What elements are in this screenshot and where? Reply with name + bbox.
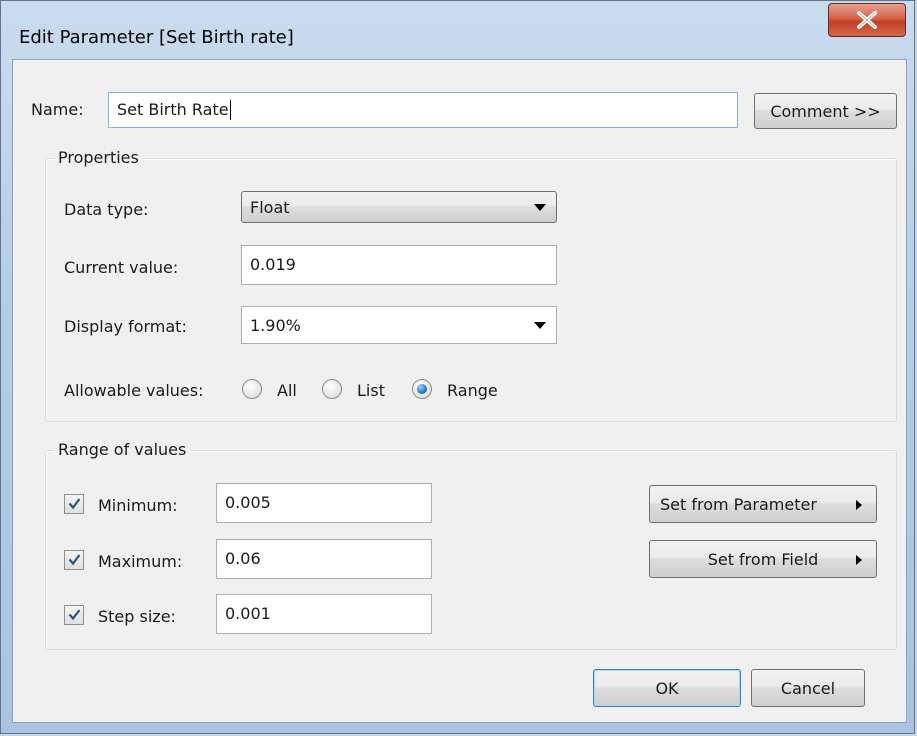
minimum-label: Minimum: (98, 496, 178, 515)
current-value-text: 0.019 (250, 255, 296, 274)
radio-range[interactable] (412, 379, 432, 399)
step-size-value: 0.001 (225, 604, 271, 623)
radio-list-label[interactable]: List (357, 381, 385, 400)
set-from-parameter-label: Set from Parameter (660, 494, 817, 514)
data-type-label: Data type: (64, 200, 149, 219)
ok-button-label: OK (655, 678, 679, 698)
radio-list[interactable] (322, 379, 342, 399)
checkmark-icon (68, 609, 81, 621)
chevron-down-icon (534, 322, 546, 329)
step-size-checkbox[interactable] (64, 605, 84, 625)
close-button[interactable] (828, 3, 906, 37)
title-bar[interactable]: Edit Parameter [Set Birth rate] (1, 1, 914, 59)
triangle-right-icon (856, 555, 862, 565)
maximum-checkbox[interactable] (64, 550, 84, 570)
comment-button-label: Comment >> (770, 101, 881, 121)
current-value-label: Current value: (64, 258, 179, 277)
cancel-button[interactable]: Cancel (751, 669, 865, 707)
set-from-parameter-button[interactable]: Set from Parameter (649, 485, 877, 523)
radio-all[interactable] (242, 379, 262, 399)
radio-range-label[interactable]: Range (447, 381, 498, 400)
set-from-field-button[interactable]: Set from Field (649, 540, 877, 578)
ok-button[interactable]: OK (593, 669, 741, 707)
close-icon (857, 11, 877, 29)
checkmark-icon (68, 554, 81, 566)
set-from-field-label: Set from Field (707, 549, 819, 569)
maximum-value: 0.06 (225, 549, 261, 568)
dialog-body: Name: Set Birth Rate Comment >> Properti… (12, 59, 907, 723)
range-group-title: Range of values (54, 440, 191, 459)
step-size-input[interactable]: 0.001 (216, 594, 432, 634)
comment-button[interactable]: Comment >> (754, 93, 897, 129)
display-format-value: 1.90% (250, 315, 301, 335)
data-type-value: Float (250, 197, 290, 217)
name-input[interactable]: Set Birth Rate (108, 92, 738, 128)
name-label: Name: (31, 100, 84, 119)
text-caret (229, 100, 231, 120)
window-title: Edit Parameter [Set Birth rate] (19, 27, 294, 48)
name-input-value: Set Birth Rate (117, 100, 229, 119)
radio-all-label[interactable]: All (277, 381, 297, 400)
minimum-input[interactable]: 0.005 (216, 483, 432, 523)
display-format-select[interactable]: 1.90% (241, 306, 557, 344)
step-size-label: Step size: (98, 607, 176, 626)
edit-parameter-dialog: Edit Parameter [Set Birth rate] Name: Se… (0, 0, 915, 734)
maximum-label: Maximum: (98, 552, 183, 571)
properties-group-title: Properties (54, 148, 143, 167)
cancel-button-label: Cancel (780, 678, 836, 698)
allowable-values-label: Allowable values: (64, 381, 204, 400)
chevron-down-icon (534, 204, 546, 211)
display-format-label: Display format: (64, 317, 187, 336)
current-value-input[interactable]: 0.019 (241, 245, 557, 285)
checkmark-icon (68, 498, 81, 510)
triangle-right-icon (856, 500, 862, 510)
maximum-input[interactable]: 0.06 (216, 539, 432, 579)
minimum-value: 0.005 (225, 493, 271, 512)
data-type-select[interactable]: Float (241, 191, 557, 223)
minimum-checkbox[interactable] (64, 494, 84, 514)
